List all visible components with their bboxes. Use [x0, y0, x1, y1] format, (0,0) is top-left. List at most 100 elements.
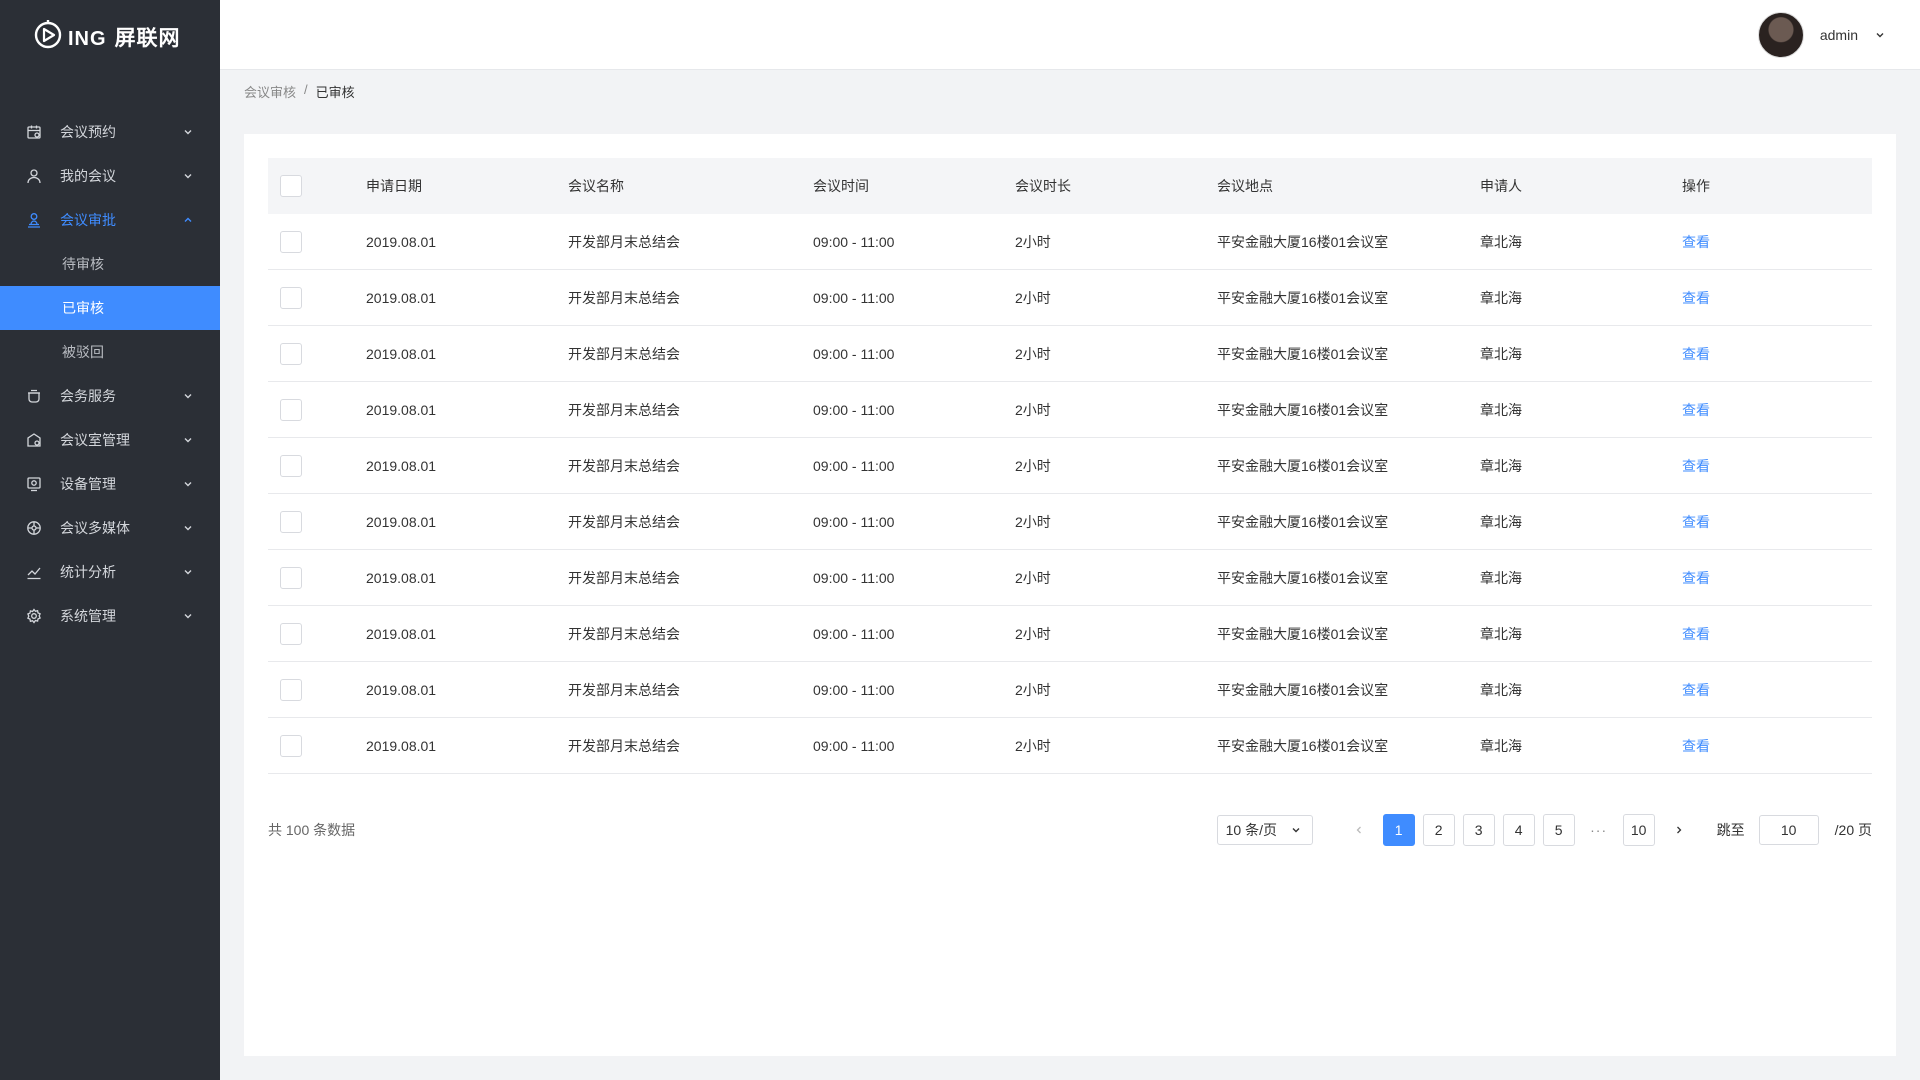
- row-select-cell: [268, 678, 366, 701]
- room-icon: [26, 432, 42, 448]
- row-checkbox[interactable]: [280, 230, 302, 253]
- sidebar-item-system-management[interactable]: 系统管理: [0, 594, 220, 638]
- table-row: 2019.08.01 开发部月末总结会 09:00 - 11:00 2小时 平安金融大厦…: [268, 214, 1872, 270]
- sidebar-subitem-reviewed[interactable]: 已审核: [0, 286, 220, 330]
- cell-duration: 2小时: [1015, 625, 1051, 642]
- table-row: 2019.08.01 开发部月末总结会 09:00 - 11:00 2小时 平安金融大厦…: [268, 438, 1872, 494]
- sidebar-item-meeting-service[interactable]: 会务服务: [0, 374, 220, 418]
- sidebar-item-device-management[interactable]: 设备管理: [0, 462, 220, 506]
- table-row: 2019.08.01 开发部月末总结会 09:00 - 11:00 2小时 平安金融大厦…: [268, 606, 1872, 662]
- page-button-4[interactable]: 4: [1502, 814, 1535, 846]
- cell-name: 开发部月末总结会: [568, 737, 680, 754]
- pagination: 1 2 3 4 5 ··· 10 跳至 /20 页: [1335, 814, 1872, 846]
- cell-time: 09:00 - 11:00: [813, 737, 895, 754]
- cell-location: 平安金融大厦16楼01会议室: [1217, 569, 1389, 586]
- cell-location: 平安金融大厦16楼01会议室: [1217, 681, 1389, 698]
- cell-name: 开发部月末总结会: [568, 401, 680, 418]
- page-button-1[interactable]: 1: [1382, 814, 1415, 846]
- row-checkbox[interactable]: [280, 622, 302, 645]
- sidebar-item-statistics[interactable]: 统计分析: [0, 550, 220, 594]
- view-link[interactable]: 查看: [1682, 458, 1710, 474]
- cell-time: 09:00 - 11:00: [813, 569, 895, 586]
- jump-page-input[interactable]: [1758, 815, 1819, 845]
- row-select-cell: [268, 454, 366, 477]
- select-all-checkbox[interactable]: [280, 175, 302, 197]
- page-button-last[interactable]: 10: [1622, 814, 1655, 846]
- cell-action: 查看: [1682, 344, 1872, 364]
- sidebar-subitem-rejected[interactable]: 被驳回: [0, 330, 220, 374]
- row-select-cell: [268, 510, 366, 533]
- column-header-name: 会议名称: [568, 178, 624, 194]
- chevron-down-icon: [182, 478, 194, 490]
- cell-time: 09:00 - 11:00: [813, 289, 895, 306]
- select-all-cell: [268, 175, 366, 197]
- table-row: 2019.08.01 开发部月末总结会 09:00 - 11:00 2小时 平安金融大厦…: [268, 270, 1872, 326]
- cell-name: 开发部月末总结会: [568, 233, 680, 250]
- cell-action: 查看: [1682, 288, 1872, 308]
- page-size-select[interactable]: 10 条/页: [1216, 815, 1313, 845]
- avatar[interactable]: [1757, 12, 1804, 58]
- cell-action: 查看: [1682, 568, 1872, 588]
- row-checkbox[interactable]: [280, 286, 302, 309]
- page-button-5[interactable]: 5: [1542, 814, 1575, 846]
- row-checkbox[interactable]: [280, 342, 302, 365]
- next-page-button[interactable]: [1662, 814, 1695, 846]
- column-header-date: 申请日期: [366, 178, 422, 194]
- breadcrumb-parent[interactable]: 会议审核: [244, 82, 296, 101]
- page-button-3[interactable]: 3: [1462, 814, 1495, 846]
- column-header-location: 会议地点: [1217, 178, 1273, 194]
- cell-name: 开发部月末总结会: [568, 345, 680, 362]
- view-link[interactable]: 查看: [1682, 234, 1710, 250]
- view-link[interactable]: 查看: [1682, 346, 1710, 362]
- settings-icon: [26, 608, 42, 624]
- chevron-down-icon: [182, 610, 194, 622]
- brand-name: 屏联网: [114, 27, 181, 50]
- cell-duration: 2小时: [1015, 457, 1051, 474]
- breadcrumb: 会议审核 / 已审核: [244, 82, 355, 101]
- sidebar-item-label: 统计分析: [60, 564, 116, 580]
- chevron-down-icon: [182, 434, 194, 446]
- sidebar-item-label: 会议室管理: [60, 432, 130, 448]
- sidebar-item-room-management[interactable]: 会议室管理: [0, 418, 220, 462]
- cell-location: 平安金融大厦16楼01会议室: [1217, 401, 1389, 418]
- row-select-cell: [268, 622, 366, 645]
- chevron-down-icon: [182, 390, 194, 402]
- sidebar-item-meeting-booking[interactable]: 会议预约: [0, 110, 220, 154]
- table-row: 2019.08.01 开发部月末总结会 09:00 - 11:00 2小时 平安金融大厦…: [268, 718, 1872, 774]
- view-link[interactable]: 查看: [1682, 570, 1710, 586]
- row-checkbox[interactable]: [280, 734, 302, 757]
- sidebar-item-multimedia[interactable]: 会议多媒体: [0, 506, 220, 550]
- table-row: 2019.08.01 开发部月末总结会 09:00 - 11:00 2小时 平安金融大厦…: [268, 662, 1872, 718]
- cell-applicant: 章北海: [1480, 289, 1522, 306]
- total-count: 共 100 条数据: [268, 822, 356, 838]
- row-checkbox[interactable]: [280, 678, 302, 701]
- view-link[interactable]: 查看: [1682, 738, 1710, 754]
- row-checkbox[interactable]: [280, 398, 302, 421]
- view-link[interactable]: 查看: [1682, 626, 1710, 642]
- view-link[interactable]: 查看: [1682, 290, 1710, 306]
- top-header: admin: [220, 0, 1920, 70]
- brand-logo[interactable]: ING 屏联网: [0, 0, 220, 70]
- row-checkbox[interactable]: [280, 454, 302, 477]
- sidebar-item-my-meetings[interactable]: 我的会议: [0, 154, 220, 198]
- user-menu[interactable]: admin: [1757, 12, 1886, 58]
- sidebar-item-meeting-approval[interactable]: 会议审批: [0, 198, 220, 242]
- view-link[interactable]: 查看: [1682, 682, 1710, 698]
- chevron-down-icon[interactable]: [1874, 29, 1886, 41]
- table-footer: 共 100 条数据 10 条/页 1 2 3 4 5 ··· 10 跳至 /20…: [268, 814, 1872, 846]
- view-link[interactable]: 查看: [1682, 402, 1710, 418]
- prev-page-button[interactable]: [1342, 814, 1375, 846]
- page-ellipsis[interactable]: ···: [1582, 814, 1615, 846]
- row-checkbox[interactable]: [280, 566, 302, 589]
- sidebar-subitem-pending[interactable]: 待审核: [0, 242, 220, 286]
- chart-icon: [26, 564, 42, 580]
- page-size-value: 10 条/页: [1225, 822, 1277, 838]
- sidebar-item-label: 设备管理: [60, 476, 116, 492]
- page-button-2[interactable]: 2: [1422, 814, 1455, 846]
- calendar-icon: [26, 124, 42, 140]
- cell-duration: 2小时: [1015, 233, 1051, 250]
- view-link[interactable]: 查看: [1682, 514, 1710, 530]
- column-header-time: 会议时间: [813, 178, 869, 194]
- column-header-duration: 会议时长: [1015, 178, 1071, 194]
- row-checkbox[interactable]: [280, 510, 302, 533]
